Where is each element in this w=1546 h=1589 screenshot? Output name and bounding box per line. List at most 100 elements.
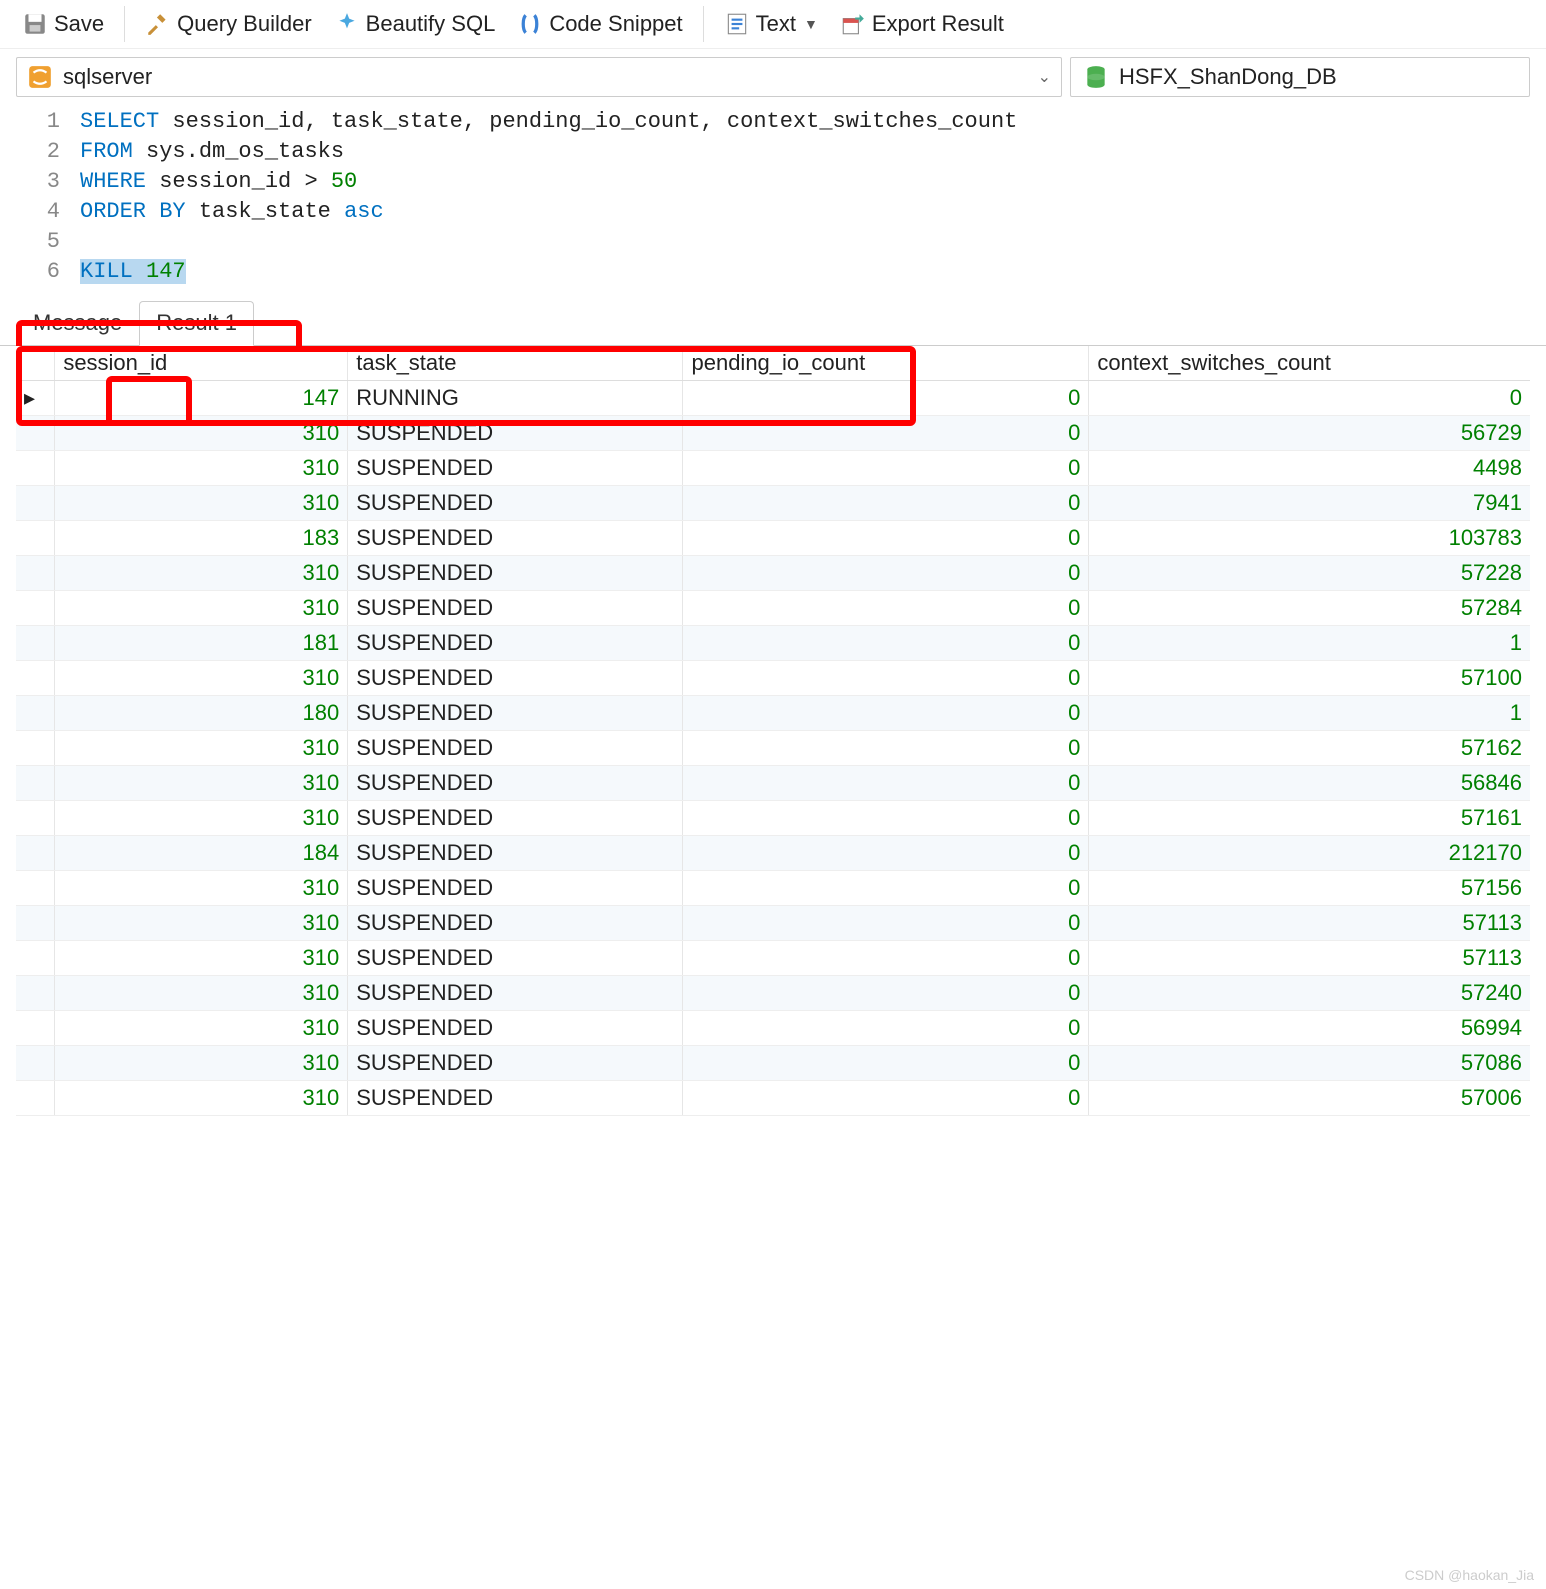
cell-session_id[interactable]: 310 [55, 766, 348, 801]
cell-pending_io_count[interactable]: 0 [683, 556, 1089, 591]
text-button[interactable]: Text ▼ [718, 7, 824, 41]
code-snippet-button[interactable]: Code Snippet [511, 7, 688, 41]
sql-editor[interactable]: 123456 SELECT session_id, task_state, pe… [0, 105, 1546, 289]
cell-session_id[interactable]: 310 [55, 976, 348, 1011]
cell-task_state[interactable]: RUNNING [348, 381, 683, 416]
table-row[interactable]: 310SUSPENDED057228 [16, 556, 1530, 591]
cell-session_id[interactable]: 310 [55, 1011, 348, 1046]
query-builder-button[interactable]: Query Builder [139, 7, 318, 41]
cell-context_switches_count[interactable]: 57113 [1089, 906, 1530, 941]
cell-pending_io_count[interactable]: 0 [683, 1046, 1089, 1081]
cell-task_state[interactable]: SUSPENDED [348, 731, 683, 766]
cell-context_switches_count[interactable]: 57161 [1089, 801, 1530, 836]
table-row[interactable]: 310SUSPENDED057086 [16, 1046, 1530, 1081]
table-row[interactable]: 180SUSPENDED01 [16, 696, 1530, 731]
cell-pending_io_count[interactable]: 0 [683, 696, 1089, 731]
cell-session_id[interactable]: 310 [55, 1046, 348, 1081]
table-row[interactable]: 310SUSPENDED056846 [16, 766, 1530, 801]
col-session-id[interactable]: session_id [55, 346, 348, 381]
cell-context_switches_count[interactable]: 57006 [1089, 1081, 1530, 1116]
connection-select[interactable]: sqlserver ⌄ [16, 57, 1062, 97]
tab-message[interactable]: Message [16, 301, 139, 345]
cell-context_switches_count[interactable]: 7941 [1089, 486, 1530, 521]
cell-context_switches_count[interactable]: 57228 [1089, 556, 1530, 591]
cell-pending_io_count[interactable]: 0 [683, 731, 1089, 766]
cell-task_state[interactable]: SUSPENDED [348, 836, 683, 871]
cell-task_state[interactable]: SUSPENDED [348, 416, 683, 451]
cell-pending_io_count[interactable]: 0 [683, 801, 1089, 836]
cell-session_id[interactable]: 310 [55, 451, 348, 486]
cell-context_switches_count[interactable]: 0 [1089, 381, 1530, 416]
cell-session_id[interactable]: 310 [55, 731, 348, 766]
table-row[interactable]: 310SUSPENDED057113 [16, 941, 1530, 976]
cell-session_id[interactable]: 310 [55, 906, 348, 941]
cell-session_id[interactable]: 183 [55, 521, 348, 556]
result-grid[interactable]: session_id task_state pending_io_count c… [16, 346, 1530, 1116]
table-row[interactable]: 310SUSPENDED057284 [16, 591, 1530, 626]
cell-context_switches_count[interactable]: 57284 [1089, 591, 1530, 626]
cell-task_state[interactable]: SUSPENDED [348, 661, 683, 696]
cell-task_state[interactable]: SUSPENDED [348, 591, 683, 626]
cell-pending_io_count[interactable]: 0 [683, 941, 1089, 976]
cell-context_switches_count[interactable]: 57086 [1089, 1046, 1530, 1081]
table-row[interactable]: 310SUSPENDED057100 [16, 661, 1530, 696]
cell-context_switches_count[interactable]: 212170 [1089, 836, 1530, 871]
cell-context_switches_count[interactable]: 56846 [1089, 766, 1530, 801]
table-row[interactable]: ▸147RUNNING00 [16, 381, 1530, 416]
cell-context_switches_count[interactable]: 57156 [1089, 871, 1530, 906]
col-context-switches-count[interactable]: context_switches_count [1089, 346, 1530, 381]
cell-context_switches_count[interactable]: 56729 [1089, 416, 1530, 451]
cell-pending_io_count[interactable]: 0 [683, 836, 1089, 871]
cell-context_switches_count[interactable]: 103783 [1089, 521, 1530, 556]
cell-context_switches_count[interactable]: 57240 [1089, 976, 1530, 1011]
cell-pending_io_count[interactable]: 0 [683, 976, 1089, 1011]
cell-session_id[interactable]: 147 [55, 381, 348, 416]
code-content[interactable]: SELECT session_id, task_state, pending_i… [80, 107, 1546, 287]
cell-pending_io_count[interactable]: 0 [683, 766, 1089, 801]
code-line[interactable]: WHERE session_id > 50 [80, 167, 1546, 197]
cell-pending_io_count[interactable]: 0 [683, 416, 1089, 451]
cell-context_switches_count[interactable]: 1 [1089, 696, 1530, 731]
table-row[interactable]: 183SUSPENDED0103783 [16, 521, 1530, 556]
tab-result-1[interactable]: Result 1 [139, 301, 254, 346]
code-line[interactable] [80, 227, 1546, 257]
cell-context_switches_count[interactable]: 57162 [1089, 731, 1530, 766]
col-pending-io-count[interactable]: pending_io_count [683, 346, 1089, 381]
code-line[interactable]: ORDER BY task_state asc [80, 197, 1546, 227]
table-row[interactable]: 310SUSPENDED056729 [16, 416, 1530, 451]
cell-context_switches_count[interactable]: 57113 [1089, 941, 1530, 976]
cell-task_state[interactable]: SUSPENDED [348, 801, 683, 836]
cell-context_switches_count[interactable]: 56994 [1089, 1011, 1530, 1046]
cell-session_id[interactable]: 310 [55, 556, 348, 591]
cell-task_state[interactable]: SUSPENDED [348, 906, 683, 941]
table-row[interactable]: 181SUSPENDED01 [16, 626, 1530, 661]
cell-pending_io_count[interactable]: 0 [683, 906, 1089, 941]
cell-session_id[interactable]: 310 [55, 801, 348, 836]
table-row[interactable]: 310SUSPENDED057156 [16, 871, 1530, 906]
cell-task_state[interactable]: SUSPENDED [348, 451, 683, 486]
cell-pending_io_count[interactable]: 0 [683, 381, 1089, 416]
cell-task_state[interactable]: SUSPENDED [348, 1081, 683, 1116]
cell-task_state[interactable]: SUSPENDED [348, 486, 683, 521]
col-task-state[interactable]: task_state [348, 346, 683, 381]
cell-pending_io_count[interactable]: 0 [683, 871, 1089, 906]
cell-context_switches_count[interactable]: 1 [1089, 626, 1530, 661]
cell-task_state[interactable]: SUSPENDED [348, 1046, 683, 1081]
table-row[interactable]: 310SUSPENDED07941 [16, 486, 1530, 521]
cell-task_state[interactable]: SUSPENDED [348, 696, 683, 731]
database-select[interactable]: HSFX_ShanDong_DB [1070, 57, 1530, 97]
table-row[interactable]: 310SUSPENDED04498 [16, 451, 1530, 486]
code-line[interactable]: KILL 147 [80, 257, 1546, 287]
cell-session_id[interactable]: 180 [55, 696, 348, 731]
cell-pending_io_count[interactable]: 0 [683, 521, 1089, 556]
table-row[interactable]: 184SUSPENDED0212170 [16, 836, 1530, 871]
cell-session_id[interactable]: 310 [55, 871, 348, 906]
cell-session_id[interactable]: 310 [55, 661, 348, 696]
cell-session_id[interactable]: 181 [55, 626, 348, 661]
save-button[interactable]: Save [16, 7, 110, 41]
cell-task_state[interactable]: SUSPENDED [348, 976, 683, 1011]
cell-pending_io_count[interactable]: 0 [683, 591, 1089, 626]
table-row[interactable]: 310SUSPENDED056994 [16, 1011, 1530, 1046]
table-row[interactable]: 310SUSPENDED057113 [16, 906, 1530, 941]
code-line[interactable]: FROM sys.dm_os_tasks [80, 137, 1546, 167]
